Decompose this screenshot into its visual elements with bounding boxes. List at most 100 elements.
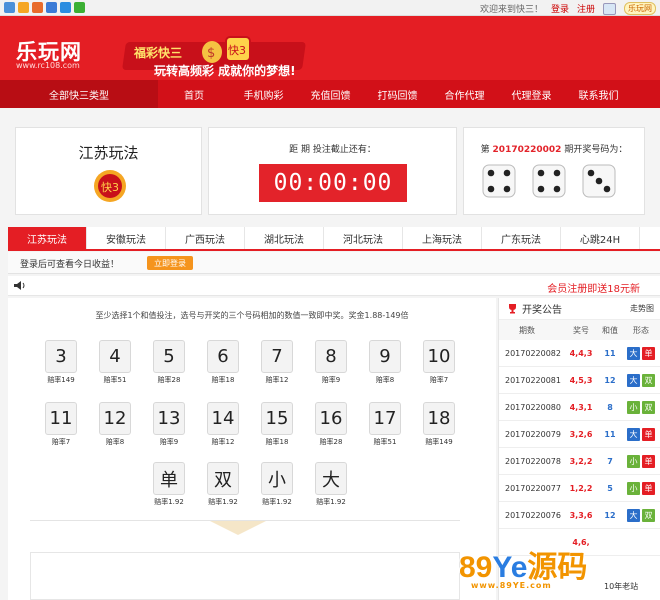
tab-0[interactable]: 江苏玩法 <box>8 227 87 249</box>
bet-option-value[interactable]: 18 <box>423 402 455 435</box>
rss-icon[interactable] <box>32 2 43 13</box>
tab-2[interactable]: 广西玩法 <box>166 227 245 249</box>
bet-option[interactable]: 小赔率1.92 <box>261 462 293 508</box>
tab-5[interactable]: 上海玩法 <box>403 227 482 249</box>
login-link[interactable]: 登录 <box>551 2 569 15</box>
bet-option[interactable]: 8 赔率9 <box>315 340 347 386</box>
bet-option[interactable]: 15 赔率18 <box>261 402 293 448</box>
bet-option[interactable]: 5 赔率28 <box>153 340 185 386</box>
bet-option[interactable]: 14 赔率12 <box>207 402 239 448</box>
bet-option-value[interactable]: 12 <box>99 402 131 435</box>
bet-option-value[interactable]: 双 <box>207 462 239 495</box>
bet-option-value[interactable]: 8 <box>315 340 347 373</box>
bet-option-value[interactable]: 4 <box>99 340 131 373</box>
bet-option-value[interactable]: 9 <box>369 340 401 373</box>
die-pip <box>487 169 495 177</box>
tab-7[interactable]: 心跳24H <box>561 227 640 249</box>
promo-text[interactable]: 会员注册即送18元新 <box>547 280 640 295</box>
nav-item-rebate[interactable]: 打码回馈 <box>364 80 431 108</box>
bet-option[interactable]: 13 赔率9 <box>153 402 185 448</box>
add-icon[interactable] <box>4 2 15 13</box>
bet-option-value[interactable]: 13 <box>153 402 185 435</box>
bet-option[interactable]: 7 赔率12 <box>261 340 293 386</box>
row-sum: 5 <box>607 483 613 493</box>
results-header: 期数 奖号 和值 形态 <box>499 320 660 340</box>
trophy-icon <box>509 304 516 314</box>
die-pip <box>603 185 611 193</box>
bet-option[interactable]: 16 赔率28 <box>315 402 347 448</box>
nav-item-mobile[interactable]: 手机购彩 <box>230 80 297 108</box>
nav-category[interactable]: 全部快三类型 <box>0 80 158 108</box>
bet-option[interactable]: 9 赔率8 <box>369 340 401 386</box>
tab-6[interactable]: 广东玩法 <box>482 227 561 249</box>
nav-item-agent[interactable]: 合作代理 <box>431 80 498 108</box>
nav-item-home[interactable]: 首页 <box>158 80 230 108</box>
nav-item-recharge[interactable]: 充值回馈 <box>297 80 364 108</box>
nav-item-contact[interactable]: 联系我们 <box>565 80 632 108</box>
draw-suffix: 期开奖号码为： <box>564 145 628 155</box>
bet-option-value[interactable]: 3 <box>45 340 77 373</box>
bet-option[interactable]: 6 赔率18 <box>207 340 239 386</box>
row-sum: 7 <box>607 456 613 466</box>
bet-option-value[interactable]: 大 <box>315 462 347 495</box>
bet-option[interactable]: 10 赔率7 <box>423 340 455 386</box>
people-icon[interactable] <box>60 2 71 13</box>
bet-option[interactable]: 17 赔率51 <box>369 402 401 448</box>
bet-option[interactable]: 单赔率1.92 <box>153 462 185 508</box>
trend-link[interactable]: 走势图 <box>630 303 654 314</box>
bet-option-value[interactable]: 5 <box>153 340 185 373</box>
bet-option[interactable]: 3 赔率149 <box>45 340 77 386</box>
user-badge[interactable]: 乐玩网 <box>624 2 656 15</box>
star-icon[interactable] <box>18 2 29 13</box>
register-link[interactable]: 注册 <box>577 2 595 15</box>
bet-option-odds: 赔率1.92 <box>154 498 184 506</box>
bet-option-value[interactable]: 小 <box>261 462 293 495</box>
tab-1[interactable]: 安徽玩法 <box>87 227 166 249</box>
row-nums: 4,3,1 <box>569 402 593 412</box>
tab-4[interactable]: 河北玩法 <box>324 227 403 249</box>
bet-option[interactable]: 12 赔率8 <box>99 402 131 448</box>
bet-option-odds: 赔率8 <box>375 376 395 384</box>
wechat-icon[interactable] <box>74 2 85 13</box>
row-form: 小单 <box>623 454 659 468</box>
table-row: 20170220076 3,3,6 12 大双 <box>499 502 660 529</box>
die-pip <box>487 185 495 193</box>
bet-option-value[interactable]: 10 <box>423 340 455 373</box>
bet-option-odds: 赔率18 <box>265 438 289 446</box>
size-badge: 小 <box>627 454 640 468</box>
table-row: 20170220082 4,4,3 11 大单 <box>499 340 660 367</box>
row-sum: 11 <box>604 348 616 358</box>
bet-option-value[interactable]: 15 <box>261 402 293 435</box>
login-now-button[interactable]: 立即登录 <box>147 256 193 270</box>
avatar[interactable] <box>603 2 616 15</box>
parity-badge: 单 <box>642 481 655 495</box>
bet-option[interactable]: 双赔率1.92 <box>207 462 239 508</box>
bet-option[interactable]: 大赔率1.92 <box>315 462 347 508</box>
row-issue: 20170220078 <box>505 456 561 466</box>
bet-option-value[interactable]: 单 <box>153 462 185 495</box>
parity-badge: 单 <box>642 346 655 360</box>
svg-text:$: $ <box>207 46 215 61</box>
site-url: www.rc108.com <box>16 61 80 70</box>
main-nav: 全部快三类型 首页 手机购彩 充值回馈 打码回馈 合作代理 代理登录 联系我们 <box>0 80 660 108</box>
bet-option-value[interactable]: 14 <box>207 402 239 435</box>
share-icon[interactable] <box>46 2 57 13</box>
banner-emblem-text: 快3 <box>228 44 246 57</box>
draw-prefix: 第 <box>480 145 490 155</box>
bet-option-value[interactable]: 7 <box>261 340 293 373</box>
bet-option[interactable]: 11 赔率7 <box>45 402 77 448</box>
bet-option[interactable]: 4 赔率51 <box>99 340 131 386</box>
bet-option-value[interactable]: 11 <box>45 402 77 435</box>
bet-option-value[interactable]: 17 <box>369 402 401 435</box>
nav-item-agent-login[interactable]: 代理登录 <box>498 80 565 108</box>
bet-option[interactable]: 18 赔率149 <box>423 402 455 448</box>
row-form: 小双 <box>623 400 659 414</box>
table-row: 20170220079 3,2,6 11 大单 <box>499 421 660 448</box>
tab-3[interactable]: 湖北玩法 <box>245 227 324 249</box>
bet-option-value[interactable]: 16 <box>315 402 347 435</box>
row-issue: 20170220080 <box>505 402 561 412</box>
row-sum: 8 <box>607 402 613 412</box>
parity-badge: 单 <box>642 427 655 441</box>
bet-option-value[interactable]: 6 <box>207 340 239 373</box>
size-badge: 大 <box>627 508 640 522</box>
